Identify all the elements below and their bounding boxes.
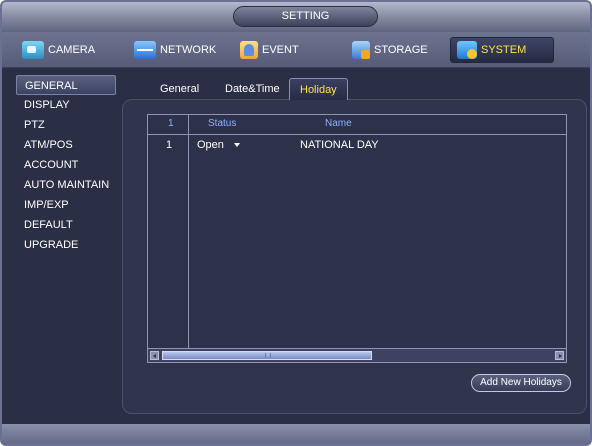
tab-camera[interactable]: CAMERA [16, 37, 106, 63]
tab-camera-label: CAMERA [48, 44, 96, 56]
menu-item-account[interactable]: ACCOUNT [16, 155, 116, 175]
menu-item-general[interactable]: GENERAL [16, 75, 116, 95]
tab-storage[interactable]: STORAGE [346, 37, 442, 63]
menu-item-auto-maintain[interactable]: AUTO MAINTAIN [16, 175, 116, 195]
subtab-holiday[interactable]: Holiday [289, 78, 348, 100]
camera-icon [22, 41, 44, 59]
table-row[interactable]: 1 Open NATIONAL DAY [148, 137, 566, 155]
scroll-right-button[interactable] [555, 351, 564, 360]
menu-item-default[interactable]: DEFAULT [16, 215, 116, 235]
window-title: SETTING [233, 6, 378, 27]
scroll-thumb[interactable] [162, 351, 372, 360]
event-icon [240, 41, 258, 59]
row-status-select[interactable]: Open [197, 139, 240, 151]
row-name: NATIONAL DAY [300, 139, 379, 151]
tab-network[interactable]: NETWORK [128, 37, 226, 63]
table-header: 1 Status Name [148, 115, 566, 135]
menu-item-display[interactable]: DISPLAY [16, 95, 116, 115]
tab-storage-label: STORAGE [374, 44, 428, 56]
arrow-right-icon [559, 354, 562, 358]
header-status: Status [208, 118, 237, 129]
settings-window: SETTING CAMERA NETWORK EVENT STORAGE SYS… [0, 0, 592, 446]
subtab-date-time[interactable]: Date&Time [215, 78, 290, 100]
menu-item-atm-pos[interactable]: ATM/POS [16, 135, 116, 155]
arrow-left-icon [153, 354, 156, 358]
main-tab-bar: CAMERA NETWORK EVENT STORAGE SYSTEM [2, 32, 590, 68]
holiday-table: 1 Status Name 1 Open NATIONAL DAY [147, 114, 567, 363]
tab-event-label: EVENT [262, 44, 299, 56]
scroll-left-button[interactable] [150, 351, 159, 360]
left-menu: GENERAL DISPLAY PTZ ATM/POS ACCOUNT AUTO… [16, 75, 116, 255]
row-status-value: Open [197, 139, 224, 151]
header-name: Name [325, 118, 352, 129]
row-index: 1 [166, 139, 173, 151]
storage-icon [352, 41, 370, 59]
horizontal-scrollbar[interactable] [148, 348, 566, 362]
add-new-holidays-button[interactable]: Add New Holidays [471, 374, 571, 392]
tab-system[interactable]: SYSTEM [450, 37, 554, 63]
bottom-bar [2, 424, 590, 444]
tab-system-label: SYSTEM [481, 44, 527, 56]
tab-event[interactable]: EVENT [234, 37, 324, 63]
chevron-down-icon [233, 143, 240, 148]
menu-item-upgrade[interactable]: UPGRADE [16, 235, 116, 255]
title-bar: SETTING [2, 2, 590, 32]
header-index: 1 [168, 118, 174, 129]
system-icon [457, 41, 477, 59]
tab-network-label: NETWORK [160, 44, 217, 56]
network-icon [134, 41, 156, 59]
grip-icon [265, 353, 271, 358]
subtab-general[interactable]: General [150, 78, 209, 100]
menu-item-imp-exp[interactable]: IMP/EXP [16, 195, 116, 215]
menu-item-ptz[interactable]: PTZ [16, 115, 116, 135]
